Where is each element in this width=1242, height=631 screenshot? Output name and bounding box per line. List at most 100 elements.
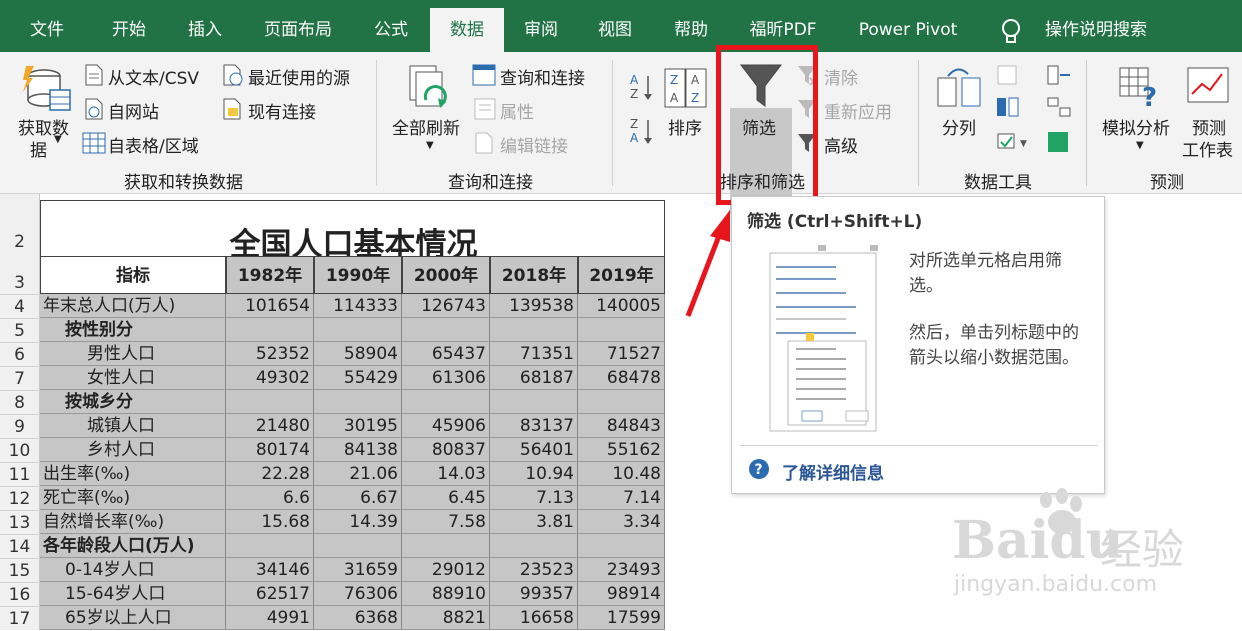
data-cell[interactable] bbox=[578, 318, 665, 342]
data-cell[interactable]: 99357 bbox=[490, 582, 578, 606]
data-cell[interactable]: 68478 bbox=[578, 366, 665, 390]
row-label-cell[interactable]: 男性人口 bbox=[40, 342, 226, 366]
data-cell[interactable]: 98914 bbox=[578, 582, 665, 606]
row-header-3[interactable]: 3 bbox=[0, 256, 40, 294]
data-cell[interactable]: 55429 bbox=[314, 366, 402, 390]
recent-sources-button[interactable]: 最近使用的源 bbox=[248, 64, 350, 89]
existing-connections-button[interactable]: 现有连接 bbox=[248, 98, 316, 123]
tab-insert[interactable]: 插入 bbox=[172, 8, 238, 52]
data-cell[interactable] bbox=[578, 534, 665, 558]
data-validation-icon[interactable]: ▼ bbox=[996, 132, 1030, 154]
data-cell[interactable]: 3.34 bbox=[578, 510, 665, 534]
data-cell[interactable]: 22.28 bbox=[226, 462, 314, 486]
data-cell[interactable]: 10.94 bbox=[490, 462, 578, 486]
row-label-cell[interactable]: 自然增长率(‰) bbox=[40, 510, 226, 534]
properties-button[interactable]: 属性 bbox=[500, 98, 534, 123]
data-cell[interactable]: 71527 bbox=[578, 342, 665, 366]
data-cell[interactable]: 6368 bbox=[314, 606, 402, 630]
data-cell[interactable]: 88910 bbox=[402, 582, 490, 606]
text-to-columns-icon[interactable] bbox=[936, 66, 986, 110]
flash-fill-icon[interactable] bbox=[996, 64, 1020, 86]
data-cell[interactable]: 71351 bbox=[490, 342, 578, 366]
tab-file[interactable]: 文件 bbox=[14, 8, 80, 52]
data-cell[interactable]: 80837 bbox=[402, 438, 490, 462]
data-cell[interactable] bbox=[490, 390, 578, 414]
data-cell[interactable]: 6.45 bbox=[402, 486, 490, 510]
data-cell[interactable]: 6.6 bbox=[226, 486, 314, 510]
tab-review[interactable]: 审阅 bbox=[510, 8, 572, 52]
get-data-button-line2[interactable]: 据 bbox=[30, 136, 47, 161]
sort-az-icon[interactable]: A Z bbox=[628, 72, 654, 102]
data-cell[interactable]: 84843 bbox=[578, 414, 665, 438]
row-header[interactable]: 12 bbox=[0, 486, 40, 510]
row-header[interactable]: 7 bbox=[0, 366, 40, 390]
from-table-range-button[interactable]: 自表格/区域 bbox=[108, 132, 199, 157]
data-cell[interactable]: 23493 bbox=[578, 558, 665, 582]
sort-dialog-icon[interactable]: Z A A Z bbox=[664, 68, 708, 108]
row-label-cell[interactable]: 按城乡分 bbox=[40, 390, 226, 414]
tab-formulas[interactable]: 公式 bbox=[360, 8, 422, 52]
tooltip-more-info-link[interactable]: 了解详细信息 bbox=[782, 459, 884, 484]
data-cell[interactable]: 61306 bbox=[402, 366, 490, 390]
tab-page-layout[interactable]: 页面布局 bbox=[250, 8, 346, 52]
data-cell[interactable]: 56401 bbox=[490, 438, 578, 462]
row-label-cell[interactable]: 死亡率(‰) bbox=[40, 486, 226, 510]
edit-links-button[interactable]: 编辑链接 bbox=[500, 132, 568, 157]
title-cell[interactable]: 全国人口基本情况 bbox=[40, 200, 665, 263]
column-header[interactable]: 1990年 bbox=[314, 256, 402, 294]
row-header[interactable]: 15 bbox=[0, 558, 40, 582]
clear-button[interactable]: 清除 bbox=[824, 64, 858, 89]
remove-duplicates-icon[interactable] bbox=[996, 96, 1020, 118]
what-if-analysis-button[interactable]: 模拟分析 bbox=[1102, 114, 1170, 139]
from-text-csv-button[interactable]: 从文本/CSV bbox=[108, 64, 199, 89]
text-to-columns-button[interactable]: 分列 bbox=[942, 114, 976, 139]
data-cell[interactable]: 7.14 bbox=[578, 486, 665, 510]
data-model-icon[interactable] bbox=[1046, 130, 1072, 154]
data-cell[interactable]: 101654 bbox=[226, 294, 314, 318]
column-header[interactable]: 2018年 bbox=[490, 256, 578, 294]
relationships-icon[interactable] bbox=[1046, 96, 1072, 118]
tab-view[interactable]: 视图 bbox=[584, 8, 646, 52]
data-cell[interactable]: 126743 bbox=[402, 294, 490, 318]
data-cell[interactable]: 31659 bbox=[314, 558, 402, 582]
data-cell[interactable]: 23523 bbox=[490, 558, 578, 582]
column-header[interactable]: 指标 bbox=[40, 256, 226, 294]
refresh-chevron-down-icon[interactable]: ▼ bbox=[426, 140, 434, 151]
data-cell[interactable]: 83137 bbox=[490, 414, 578, 438]
row-label-cell[interactable]: 65岁以上人口 bbox=[40, 606, 226, 630]
row-header[interactable]: 6 bbox=[0, 342, 40, 366]
data-cell[interactable] bbox=[226, 390, 314, 414]
row-label-cell[interactable]: 15-64岁人口 bbox=[40, 582, 226, 606]
tell-me-search[interactable]: 操作说明搜索 bbox=[1036, 8, 1156, 52]
data-cell[interactable]: 17599 bbox=[578, 606, 665, 630]
data-cell[interactable]: 34146 bbox=[226, 558, 314, 582]
queries-connections-button[interactable]: 查询和连接 bbox=[500, 64, 585, 89]
tab-help[interactable]: 帮助 bbox=[658, 8, 724, 52]
help-question-icon[interactable]: ? bbox=[748, 458, 770, 480]
row-label-cell[interactable]: 0-14岁人口 bbox=[40, 558, 226, 582]
column-header[interactable]: 2000年 bbox=[402, 256, 490, 294]
data-cell[interactable]: 15.68 bbox=[226, 510, 314, 534]
data-cell[interactable]: 6.67 bbox=[314, 486, 402, 510]
data-cell[interactable]: 62517 bbox=[226, 582, 314, 606]
reapply-button[interactable]: 重新应用 bbox=[824, 98, 892, 123]
tab-power-pivot[interactable]: Power Pivot bbox=[848, 8, 968, 52]
data-cell[interactable]: 140005 bbox=[578, 294, 665, 318]
data-cell[interactable]: 14.39 bbox=[314, 510, 402, 534]
data-cell[interactable] bbox=[402, 534, 490, 558]
data-cell[interactable] bbox=[402, 318, 490, 342]
data-cell[interactable]: 30195 bbox=[314, 414, 402, 438]
refresh-all-button[interactable]: 全部刷新 bbox=[392, 114, 460, 139]
data-cell[interactable]: 58904 bbox=[314, 342, 402, 366]
data-cell[interactable]: 4991 bbox=[226, 606, 314, 630]
data-cell[interactable] bbox=[402, 390, 490, 414]
row-label-cell[interactable]: 年末总人口(万人) bbox=[40, 294, 226, 318]
row-header[interactable]: 13 bbox=[0, 510, 40, 534]
data-cell[interactable]: 8821 bbox=[402, 606, 490, 630]
row-header[interactable]: 5 bbox=[0, 318, 40, 342]
data-cell[interactable]: 114333 bbox=[314, 294, 402, 318]
data-cell[interactable]: 76306 bbox=[314, 582, 402, 606]
data-cell[interactable] bbox=[226, 318, 314, 342]
data-cell[interactable]: 14.03 bbox=[402, 462, 490, 486]
column-header[interactable]: 2019年 bbox=[578, 256, 665, 294]
